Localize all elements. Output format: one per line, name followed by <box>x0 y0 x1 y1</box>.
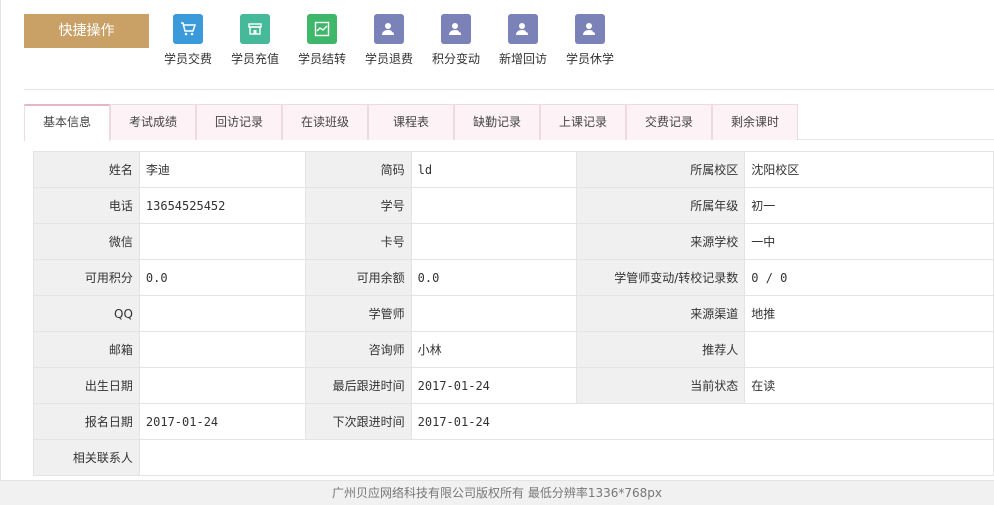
field-label: 相关联系人 <box>33 439 140 476</box>
field-value <box>138 331 306 368</box>
field-value <box>410 223 578 260</box>
tab-followup-records[interactable]: 回访记录 <box>196 104 282 140</box>
tab-current-classes[interactable]: 在读班级 <box>282 104 368 140</box>
quick-action-label: 新增回访 <box>498 52 547 66</box>
field-label: 可用积分 <box>33 259 140 296</box>
field-value: 2017-01-24 <box>138 403 306 440</box>
field-value <box>138 223 306 260</box>
field-value: 一中 <box>744 223 994 260</box>
field-label: 最后跟进时间 <box>304 367 412 404</box>
field-label: 姓名 <box>33 151 140 188</box>
tab-absence-records[interactable]: 缺勤记录 <box>454 104 540 140</box>
field-value: 2017-01-24 <box>410 367 578 404</box>
field-label: 出生日期 <box>33 367 140 404</box>
student-suspend-button[interactable]: 学员休学 <box>560 14 620 67</box>
field-value: 0.0 <box>138 259 306 296</box>
points-change-button[interactable]: 积分变动 <box>426 14 486 67</box>
chart-icon <box>307 14 337 44</box>
user-edit-icon <box>575 14 605 44</box>
field-label: 学管师变动/转校记录数 <box>576 259 746 296</box>
field-label: 电话 <box>33 187 140 224</box>
tab-bar: 基本信息 考试成绩 回访记录 在读班级 课程表 缺勤记录 上课记录 交费记录 剩… <box>24 104 994 141</box>
field-value: 2017-01-24 <box>410 403 994 440</box>
user-edit-icon <box>374 14 404 44</box>
table-row: 邮箱 咨询师 小林 推荐人 <box>33 331 994 368</box>
quick-action-label: 学员结转 <box>297 52 346 66</box>
student-info-table: 姓名 李迪 简码 ld 所属校区 沈阳校区 电话 13654525452 学号 … <box>33 151 994 476</box>
field-label: 当前状态 <box>576 367 746 404</box>
field-value: 0 / 0 <box>744 259 994 296</box>
tab-remaining-hours[interactable]: 剩余课时 <box>712 104 798 140</box>
tab-exam-scores[interactable]: 考试成绩 <box>110 104 196 140</box>
student-refund-button[interactable]: 学员退费 <box>359 14 419 67</box>
field-label: 学号 <box>304 187 412 224</box>
field-label: 微信 <box>33 223 140 260</box>
table-row: 电话 13654525452 学号 所属年级 初一 <box>33 187 994 224</box>
field-label: 学管师 <box>304 295 412 332</box>
field-label: 来源学校 <box>576 223 746 260</box>
field-value: 小林 <box>410 331 578 368</box>
field-value: 初一 <box>744 187 994 224</box>
field-value: ld <box>410 151 578 188</box>
field-value: 13654525452 <box>138 187 306 224</box>
field-label: 所属年级 <box>576 187 746 224</box>
store-icon <box>240 14 270 44</box>
add-followup-button[interactable]: 新增回访 <box>493 14 553 67</box>
cart-icon <box>173 14 203 44</box>
field-value <box>138 295 306 332</box>
table-row: QQ 学管师 来源渠道 地推 <box>33 295 994 332</box>
field-label: 下次跟进时间 <box>304 403 412 440</box>
field-value: 李迪 <box>138 151 306 188</box>
table-row: 出生日期 最后跟进时间 2017-01-24 当前状态 在读 <box>33 367 994 404</box>
tab-attendance-records[interactable]: 上课记录 <box>540 104 626 140</box>
field-value <box>410 187 578 224</box>
quick-action-label: 学员交费 <box>163 52 212 66</box>
field-value <box>410 295 578 332</box>
field-label: 所属校区 <box>576 151 746 188</box>
footer-copyright: 广州贝应网络科技有限公司版权所有 最低分辨率1336*768px <box>0 480 994 505</box>
field-value: 0.0 <box>410 259 578 296</box>
table-row: 可用积分 0.0 可用余额 0.0 学管师变动/转校记录数 0 / 0 <box>33 259 994 296</box>
field-label: 报名日期 <box>33 403 140 440</box>
table-row: 姓名 李迪 简码 ld 所属校区 沈阳校区 <box>33 151 994 188</box>
table-row: 报名日期 2017-01-24 下次跟进时间 2017-01-24 <box>33 403 994 440</box>
frame-border <box>0 0 1 480</box>
student-transfer-button[interactable]: 学员结转 <box>292 14 352 67</box>
table-row: 微信 卡号 来源学校 一中 <box>33 223 994 260</box>
tab-basic-info[interactable]: 基本信息 <box>24 104 110 141</box>
user-edit-icon <box>441 14 471 44</box>
quick-actions-panel: 快捷操作 学员交费 学员充值 学员结转 学员退费 积分变动 新增回访 学员休学 <box>24 0 994 90</box>
field-value: 在读 <box>744 367 994 404</box>
quick-action-label: 积分变动 <box>431 52 480 66</box>
quick-actions-title: 快捷操作 <box>24 14 149 48</box>
quick-action-label: 学员休学 <box>565 52 614 66</box>
quick-action-label: 学员充值 <box>230 52 279 66</box>
tab-payment-records[interactable]: 交费记录 <box>626 104 712 140</box>
field-value <box>744 331 994 368</box>
table-row: 相关联系人 <box>33 439 994 476</box>
user-edit-icon <box>508 14 538 44</box>
field-label: QQ <box>33 295 140 332</box>
tab-schedule[interactable]: 课程表 <box>368 104 454 140</box>
field-label: 简码 <box>304 151 412 188</box>
student-payment-button[interactable]: 学员交费 <box>158 14 218 67</box>
field-label: 卡号 <box>304 223 412 260</box>
quick-action-label: 学员退费 <box>364 52 413 66</box>
field-value <box>138 439 994 476</box>
field-label: 邮箱 <box>33 331 140 368</box>
field-value <box>138 367 306 404</box>
field-label: 来源渠道 <box>576 295 746 332</box>
field-label: 咨询师 <box>304 331 412 368</box>
student-recharge-button[interactable]: 学员充值 <box>225 14 285 67</box>
field-label: 可用余额 <box>304 259 412 296</box>
field-value: 地推 <box>744 295 994 332</box>
field-value: 沈阳校区 <box>744 151 994 188</box>
field-label: 推荐人 <box>576 331 746 368</box>
